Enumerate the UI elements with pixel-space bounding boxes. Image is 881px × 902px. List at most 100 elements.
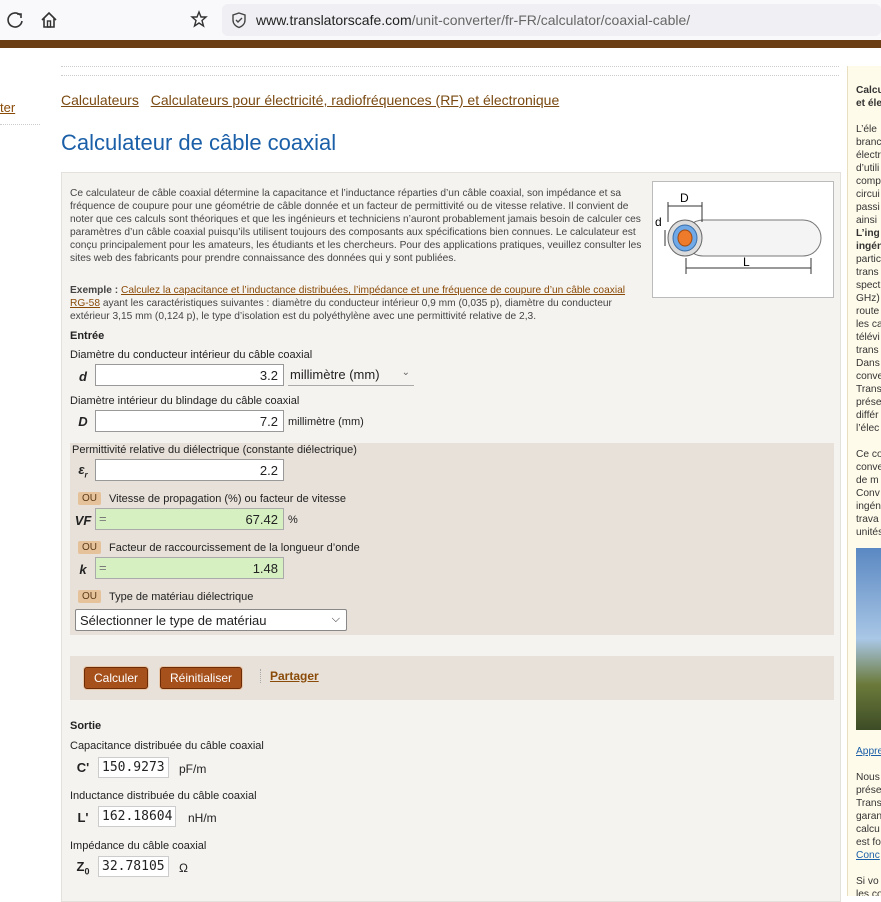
left-nav: ter: [0, 95, 40, 125]
sidebar-line: d’utili: [856, 163, 880, 174]
inner-diameter-unit-select[interactable]: millimètre (mm) ⌄: [288, 364, 414, 386]
sidebar-line: Trans: [856, 384, 881, 395]
inductance-unit: nH/m: [188, 811, 217, 825]
breadcrumb-electrical[interactable]: Calculateurs pour électricité, radiofréq…: [151, 92, 560, 108]
sidebar-line: route: [856, 306, 880, 317]
impedance-symbol: Z0: [76, 859, 90, 877]
sidebar-line: ainsi: [856, 215, 877, 226]
permittivity-input[interactable]: 2.2: [95, 459, 284, 481]
sidebar-line: spect: [856, 280, 881, 291]
reset-button[interactable]: Réinitialiser: [160, 667, 242, 689]
impedance-label: Impédance du câble coaxial: [70, 840, 207, 852]
shortening-factor-symbol: k: [79, 562, 87, 577]
sidebar-line: comp: [856, 176, 881, 187]
chevron-down-icon: ⌵: [331, 613, 340, 625]
diagram-label-L: L: [743, 255, 750, 269]
inner-diameter-unit: millimètre (mm): [290, 367, 380, 382]
sidebar-line: circui: [856, 189, 880, 200]
sidebar-line: Dans: [856, 358, 880, 369]
shield-icon[interactable]: [230, 11, 248, 34]
capacitance-label: Capacitance distribuée du câble coaxial: [70, 740, 264, 752]
impedance-output: 32.78105: [98, 856, 169, 877]
address-bar[interactable]: www.translatorscafe.com/unit-converter/f…: [222, 4, 881, 36]
sidebar-line: L’ing: [856, 228, 880, 239]
sidebar-line: garan: [856, 811, 881, 822]
shortening-factor-label: Facteur de raccourcissement de la longue…: [109, 542, 360, 554]
sidebar-line: et éle: [856, 98, 881, 109]
right-sidebar: Calcu et éle L’éle branc électr d’utili comp ci…: [847, 66, 881, 896]
left-nav-link[interactable]: ter: [0, 100, 15, 115]
sidebar-line: Calcu: [856, 85, 881, 96]
inductance-output: 162.18604: [98, 806, 177, 827]
velocity-factor-label: Vitesse de propagation (%) ou facteur de…: [109, 493, 347, 505]
impedance-unit: Ω: [179, 861, 188, 875]
or-badge: OU: [78, 590, 101, 603]
permittivity-label: Permittivité relative du diélectrique (c…: [72, 444, 357, 456]
browser-toolbar: www.translatorscafe.com/unit-converter/f…: [0, 0, 881, 40]
sidebar-line: Si vo: [856, 876, 879, 887]
capacitance-symbol: C': [76, 760, 90, 775]
chevron-down-icon: ⌄: [401, 367, 410, 378]
material-type-select[interactable]: Sélectionner le type de matériau ⌵: [75, 609, 347, 631]
equals-icon: =: [99, 560, 107, 575]
sidebar-line: passi: [856, 202, 880, 213]
example-text: Exemple : Calculez la capacitance et l’i…: [70, 284, 642, 323]
sidebar-line: télévi: [856, 332, 880, 343]
sidebar-line[interactable]: Conc: [856, 849, 880, 862]
sidebar-line: Nous: [856, 772, 880, 783]
sidebar-line: L’éle: [856, 124, 877, 135]
sidebar-line: Ce co: [856, 449, 881, 460]
sidebar-line: ingén: [856, 501, 881, 512]
calculator-panel: Ce calculateur de câble coaxial détermin…: [61, 172, 841, 902]
material-type-value: Sélectionner le type de matériau: [80, 613, 267, 628]
sidebar-line: unités: [856, 527, 881, 538]
sidebar-line: conve: [856, 462, 881, 473]
shortening-factor-input[interactable]: = 1.48: [95, 557, 284, 579]
example-label: Exemple :: [70, 285, 119, 296]
sidebar-line: prése: [856, 785, 881, 796]
sidebar-line: branc: [856, 137, 881, 148]
site-brand-bar: [0, 40, 881, 48]
sidebar-line: l’élec: [856, 423, 880, 434]
sidebar-line: électr: [856, 150, 881, 161]
sidebar-line: partic: [856, 254, 881, 265]
sidebar-line: GHz): [856, 293, 880, 304]
velocity-factor-symbol: VF: [74, 513, 92, 528]
breadcrumb-calculators[interactable]: Calculateurs: [61, 92, 139, 108]
reload-icon[interactable]: [4, 9, 26, 31]
example-rest: ayant les caractéristiques suivantes : d…: [70, 298, 612, 322]
dielectric-section: Permittivité relative du diélectrique (c…: [70, 443, 834, 635]
shield-diameter-symbol: D: [78, 414, 88, 429]
inductance-label: Inductance distribuée du câble coaxial: [70, 790, 257, 802]
velocity-factor-unit: %: [288, 514, 298, 526]
capacitance-output: 150.9273: [98, 757, 169, 778]
permittivity-symbol: εr: [78, 462, 88, 480]
page-title: Calculateur de câble coaxial: [61, 130, 337, 155]
sidebar-line[interactable]: Appre: [856, 745, 881, 758]
share-link[interactable]: Partager: [260, 669, 319, 683]
material-type-label: Type de matériau diélectrique: [109, 591, 254, 603]
sidebar-line: conve: [856, 371, 881, 382]
intro-text: Ce calculateur de câble coaxial détermin…: [70, 188, 642, 264]
bookmark-icon[interactable]: [188, 9, 210, 31]
calculate-button[interactable]: Calculer: [84, 667, 148, 689]
home-icon[interactable]: [38, 9, 60, 31]
sidebar-line: de m: [856, 475, 879, 486]
equals-icon: =: [99, 511, 107, 526]
breadcrumb: Calculateurs Calculateurs pour électrici…: [61, 92, 567, 108]
velocity-factor-input[interactable]: = 67.42: [95, 508, 284, 530]
wind-turbine-ad-image[interactable]: [856, 548, 881, 730]
sidebar-line: calcu: [856, 824, 880, 835]
action-bar: Calculer Réinitialiser Partager: [70, 656, 834, 700]
sidebar-line: trava: [856, 514, 879, 525]
shield-diameter-input[interactable]: 7.2: [95, 410, 284, 432]
sidebar-line: trans: [856, 267, 879, 278]
sidebar-line: les co: [856, 889, 881, 896]
sidebar-line: est fo: [856, 837, 881, 848]
sidebar-line: ingén: [856, 241, 881, 252]
inner-diameter-input[interactable]: 3.2: [95, 364, 284, 386]
or-badge: OU: [78, 492, 101, 505]
or-badge: OU: [78, 541, 101, 554]
diagram-label-d: d: [655, 215, 662, 229]
sidebar-line: différ: [856, 410, 879, 421]
